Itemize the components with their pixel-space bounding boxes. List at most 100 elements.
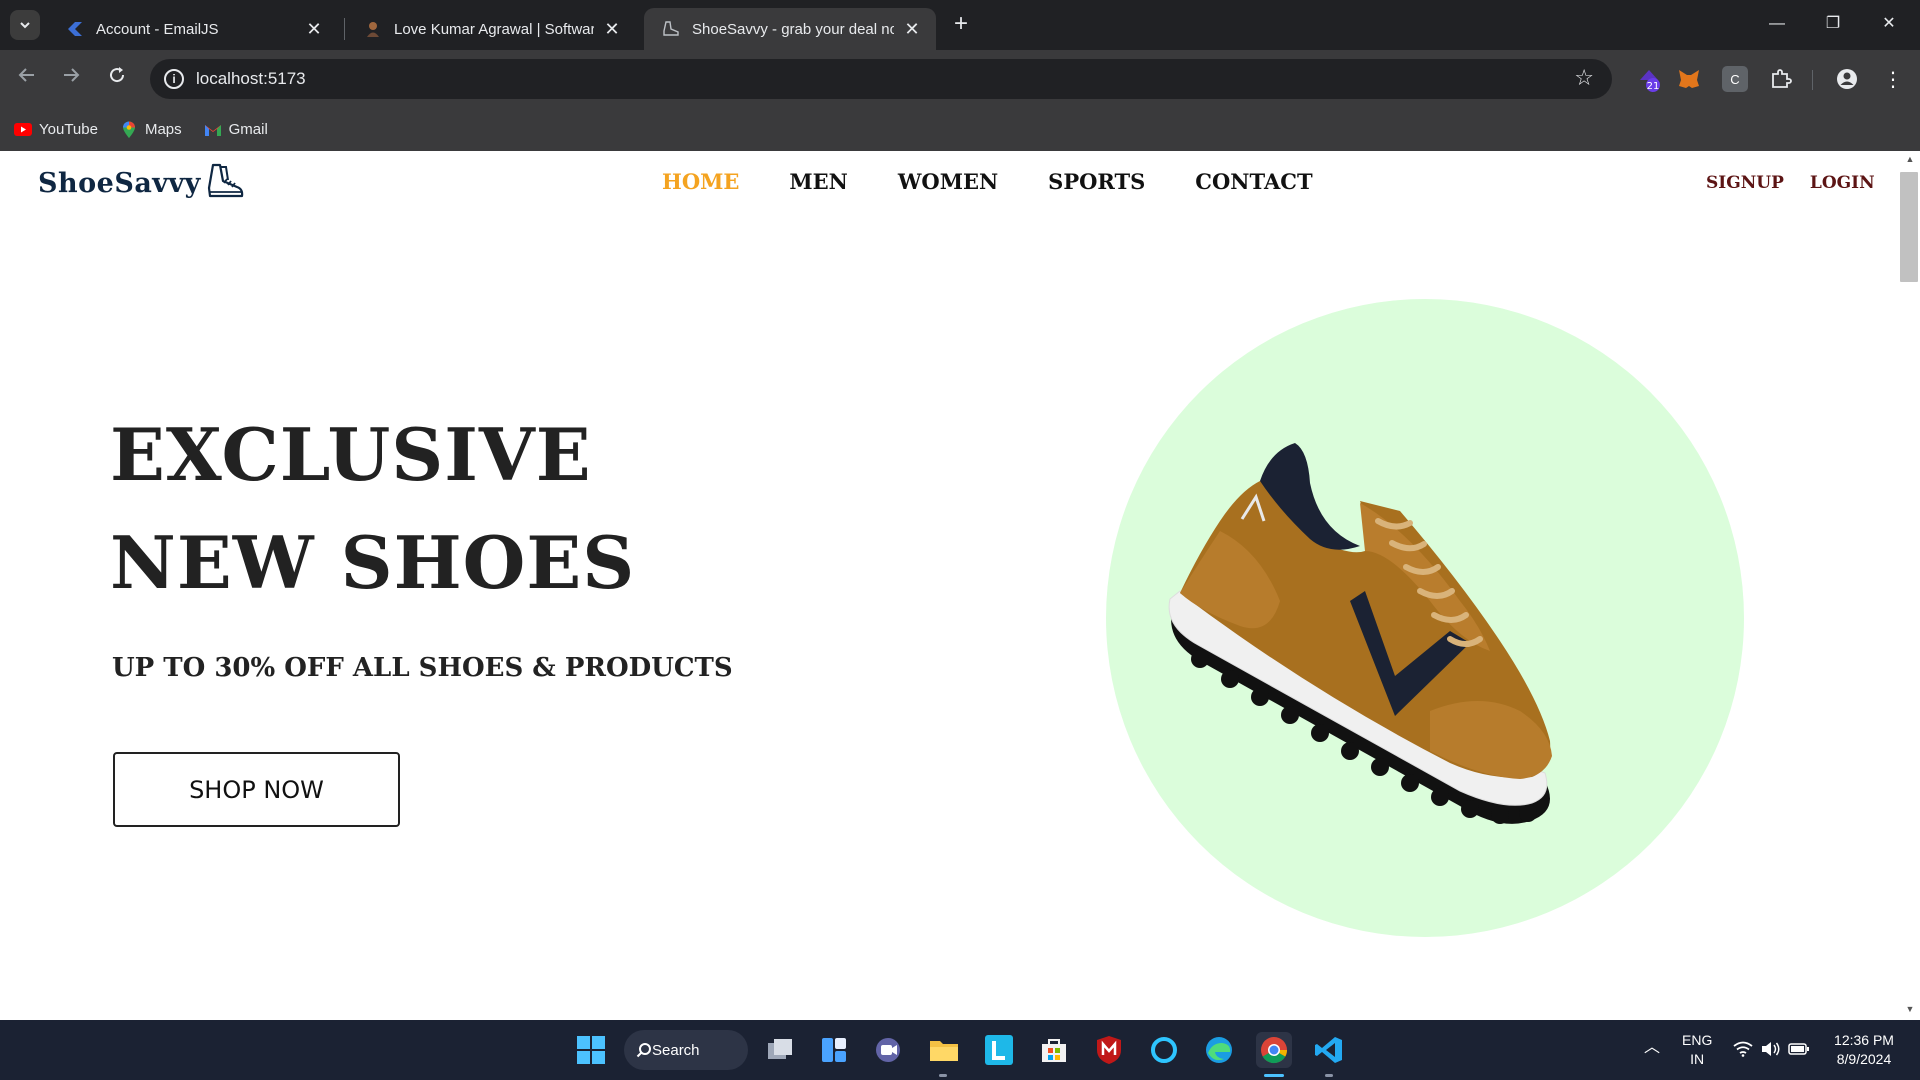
bookmark-label: Maps bbox=[144, 121, 182, 138]
new-tab-button[interactable]: + bbox=[948, 12, 974, 38]
microsoft-store-icon[interactable] bbox=[1036, 1032, 1072, 1068]
shop-now-button[interactable]: SHOP NOW bbox=[113, 752, 400, 827]
region-code: IN bbox=[1690, 1051, 1705, 1067]
start-button[interactable] bbox=[573, 1032, 609, 1068]
auth-links: SIGNUP LOGIN bbox=[1706, 173, 1900, 193]
close-window-button[interactable]: ✕ bbox=[1866, 8, 1912, 40]
site-info-icon[interactable]: i bbox=[164, 69, 184, 89]
reload-button[interactable] bbox=[102, 64, 132, 94]
site-logo[interactable]: ShoeSavvy bbox=[38, 163, 245, 203]
youtube-icon bbox=[14, 123, 32, 137]
tab-separator bbox=[344, 18, 345, 40]
hero-shoe-image bbox=[1160, 411, 1640, 835]
bookmark-gmail[interactable]: Gmail bbox=[204, 121, 268, 138]
chevron-down-icon bbox=[20, 22, 30, 29]
close-icon[interactable]: ✕ bbox=[602, 19, 622, 40]
arrow-right-icon bbox=[64, 68, 80, 82]
restore-button[interactable]: ❐ bbox=[1810, 8, 1856, 40]
chrome-icon[interactable] bbox=[1256, 1032, 1292, 1068]
gmail-icon bbox=[204, 123, 222, 137]
language-indicator[interactable]: ENG IN bbox=[1682, 1031, 1712, 1069]
tab-portfolio[interactable]: Love Kumar Agrawal | Software ✕ bbox=[346, 8, 636, 50]
extension-c-icon[interactable]: C bbox=[1722, 66, 1748, 92]
signup-link[interactable]: SIGNUP bbox=[1706, 173, 1784, 193]
browser-toolbar: i localhost:5173 ☆ 21 C ⋮ bbox=[0, 50, 1920, 108]
windows-taskbar: Search ︿ ENG IN 12:36 PM 8/9/2024 bbox=[0, 1020, 1920, 1080]
portfolio-favicon-icon bbox=[364, 20, 382, 38]
arrow-left-icon bbox=[18, 68, 34, 82]
bookmark-star-icon[interactable]: ☆ bbox=[1574, 65, 1594, 91]
nav-contact[interactable]: CONTACT bbox=[1195, 169, 1312, 194]
tab-emailjs[interactable]: Account - EmailJS ✕ bbox=[48, 8, 338, 50]
profile-avatar-icon[interactable] bbox=[1834, 66, 1860, 92]
language-code: ENG bbox=[1682, 1032, 1713, 1048]
bookmarks-bar: YouTube Maps Gmail bbox=[0, 108, 1920, 151]
bookmark-label: YouTube bbox=[39, 121, 98, 138]
tray-overflow-icon[interactable]: ︿ bbox=[1644, 1038, 1660, 1057]
address-bar[interactable]: i localhost:5173 ☆ bbox=[150, 59, 1612, 99]
minimize-button[interactable]: — bbox=[1754, 8, 1800, 40]
extension-badge-icon[interactable]: 21 bbox=[1636, 66, 1662, 92]
emailjs-favicon-icon bbox=[66, 20, 84, 38]
file-explorer-icon[interactable] bbox=[926, 1032, 962, 1068]
task-view-icon[interactable] bbox=[762, 1032, 798, 1068]
close-icon[interactable]: ✕ bbox=[902, 19, 922, 40]
edge-icon[interactable] bbox=[1201, 1032, 1237, 1068]
brand-name: ShoeSavvy bbox=[38, 167, 201, 199]
search-icon bbox=[636, 1043, 651, 1058]
extensions-puzzle-icon[interactable] bbox=[1768, 66, 1794, 92]
vscode-icon[interactable] bbox=[1311, 1032, 1347, 1068]
cortana-icon[interactable] bbox=[1146, 1032, 1182, 1068]
widgets-icon[interactable] bbox=[816, 1032, 852, 1068]
web-page: ShoeSavvy HOME MEN WOMEN SPORTS CONTACT … bbox=[0, 151, 1900, 1020]
tab-title: Love Kumar Agrawal | Software bbox=[394, 20, 594, 38]
hero-subtitle: UP TO 30% OFF ALL SHOES & PRODUCTS bbox=[112, 653, 733, 683]
bookmark-youtube[interactable]: YouTube bbox=[14, 121, 98, 138]
shoe-logo-icon bbox=[207, 163, 245, 203]
hero-heading: EXCLUSIVE NEW SHOES bbox=[110, 401, 635, 617]
volume-icon[interactable] bbox=[1756, 1034, 1786, 1064]
reload-icon bbox=[110, 67, 125, 83]
more-menu-icon[interactable]: ⋮ bbox=[1880, 66, 1906, 92]
tab-title: ShoeSavvy - grab your deal now bbox=[692, 20, 894, 38]
tab-shoesavvy[interactable]: ShoeSavvy - grab your deal now ✕ bbox=[644, 8, 936, 50]
windows-logo-icon bbox=[577, 1036, 605, 1064]
active-indicator bbox=[1264, 1074, 1284, 1077]
maps-icon bbox=[120, 121, 138, 138]
browser-tab-strip: Account - EmailJS ✕ Love Kumar Agrawal |… bbox=[0, 0, 1920, 50]
login-link[interactable]: LOGIN bbox=[1810, 173, 1875, 193]
l-app-icon[interactable] bbox=[981, 1032, 1017, 1068]
tab-search-button[interactable] bbox=[10, 10, 40, 40]
clock-time: 12:36 PM bbox=[1834, 1032, 1894, 1048]
back-button[interactable] bbox=[12, 64, 42, 94]
address-url[interactable]: localhost:5173 bbox=[196, 69, 306, 89]
nav-men[interactable]: MEN bbox=[789, 169, 847, 194]
metamask-icon[interactable] bbox=[1676, 66, 1702, 92]
nav-women[interactable]: WOMEN bbox=[898, 169, 998, 194]
tab-title: Account - EmailJS bbox=[96, 20, 219, 38]
clock[interactable]: 12:36 PM 8/9/2024 bbox=[1830, 1031, 1898, 1069]
taskbar-search[interactable]: Search bbox=[624, 1030, 748, 1070]
nav-sports[interactable]: SPORTS bbox=[1048, 169, 1145, 194]
toolbar-divider bbox=[1812, 70, 1813, 90]
running-indicator bbox=[939, 1074, 947, 1077]
wifi-icon[interactable] bbox=[1728, 1034, 1758, 1064]
scrollbar-thumb[interactable] bbox=[1900, 172, 1918, 282]
svg-text:21: 21 bbox=[1647, 81, 1660, 92]
shoe-favicon-icon bbox=[662, 20, 680, 38]
bookmark-maps[interactable]: Maps bbox=[120, 121, 182, 138]
hero-heading-line1: EXCLUSIVE bbox=[110, 412, 592, 497]
close-icon[interactable]: ✕ bbox=[304, 19, 324, 40]
scroll-down-icon[interactable]: ▼ bbox=[1904, 1004, 1916, 1014]
hero-heading-line2: NEW SHOES bbox=[110, 520, 636, 605]
main-navigation: HOME MEN WOMEN SPORTS CONTACT bbox=[662, 169, 1363, 194]
battery-icon[interactable] bbox=[1784, 1034, 1814, 1064]
running-indicator bbox=[1325, 1074, 1333, 1077]
nav-home[interactable]: HOME bbox=[662, 169, 739, 194]
forward-button[interactable] bbox=[56, 64, 86, 94]
clock-date: 8/9/2024 bbox=[1836, 1051, 1892, 1067]
scroll-up-icon[interactable]: ▲ bbox=[1904, 154, 1916, 164]
teams-meet-icon[interactable] bbox=[871, 1032, 907, 1068]
mcafee-icon[interactable] bbox=[1091, 1032, 1127, 1068]
bookmark-label: Gmail bbox=[228, 121, 268, 138]
